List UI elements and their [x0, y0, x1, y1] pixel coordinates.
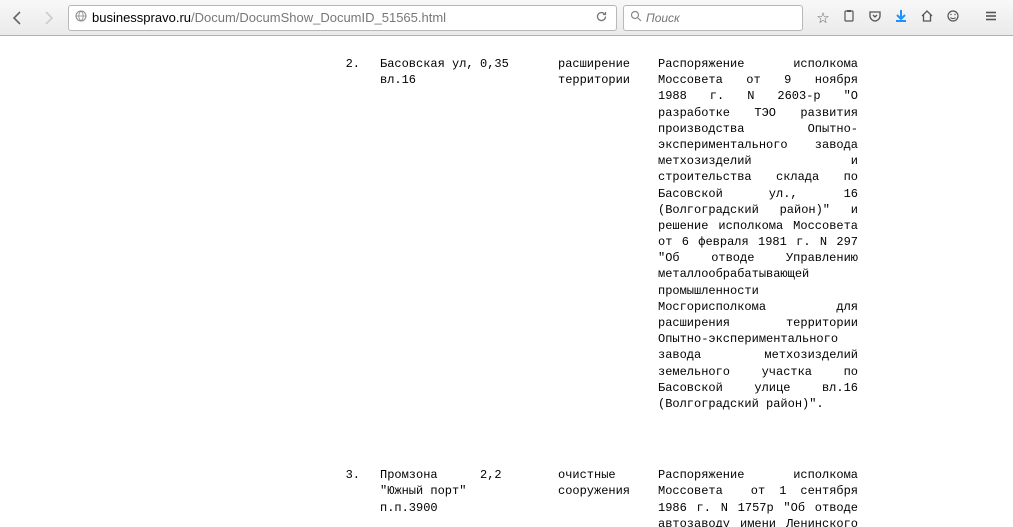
home-icon[interactable]: [917, 9, 937, 27]
cell-purpose: расширение территории: [558, 56, 658, 412]
bookmark-icon[interactable]: ☆: [813, 9, 833, 27]
url-text: businesspravo.ru/Docum/DocumShow_DocumID…: [92, 10, 591, 25]
cell-document: Распоряжение исполкома Моссовета от 1 се…: [658, 467, 858, 527]
cell-address: Промзона "Южный порт" п.п.3900: [380, 467, 480, 527]
cell-address: Басовская ул, вл.16: [380, 56, 480, 412]
table-row: 3. Промзона "Южный порт" п.п.3900 2,2 оч…: [20, 467, 993, 527]
download-icon[interactable]: [891, 9, 911, 27]
search-bar[interactable]: [623, 5, 803, 31]
menu-icon[interactable]: [981, 9, 1001, 27]
cell-value: 2,2: [480, 467, 558, 527]
url-bar[interactable]: businesspravo.ru/Docum/DocumShow_DocumID…: [68, 5, 617, 31]
cell-document: Распоряжение исполкома Моссовета от 9 но…: [658, 56, 858, 412]
table-row: 2. Басовская ул, вл.16 0,35 расширение т…: [20, 56, 993, 412]
cell-index: 3.: [20, 467, 380, 527]
pocket-icon[interactable]: [865, 9, 885, 27]
browser-toolbar: businesspravo.ru/Docum/DocumShow_DocumID…: [0, 0, 1013, 36]
reload-button[interactable]: [591, 10, 612, 26]
toolbar-icons: ☆: [805, 9, 1009, 27]
back-button[interactable]: [4, 5, 32, 31]
cell-value: 0,35: [480, 56, 558, 412]
smiley-icon[interactable]: [943, 9, 963, 27]
search-icon: [630, 10, 642, 25]
arrow-right-icon: [40, 10, 56, 26]
forward-button[interactable]: [34, 5, 62, 31]
arrow-left-icon: [10, 10, 26, 26]
reload-icon: [595, 10, 608, 23]
document-content: 2. Басовская ул, вл.16 0,35 расширение т…: [0, 36, 1013, 527]
search-input[interactable]: [646, 11, 796, 25]
clipboard-icon[interactable]: [839, 9, 859, 27]
cell-index: 2.: [20, 56, 380, 412]
cell-purpose: очистные сооружения: [558, 467, 658, 527]
globe-icon: [75, 10, 87, 25]
